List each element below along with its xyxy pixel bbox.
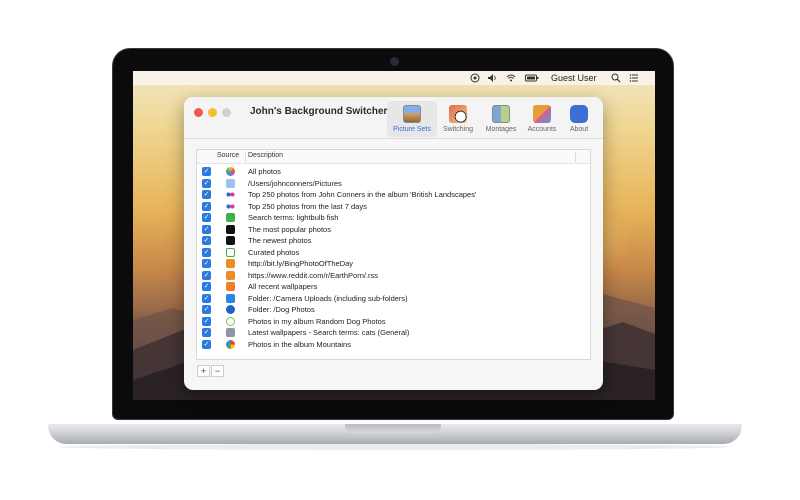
window-titlebar: John's Background Switcher Picture Sets …: [184, 97, 603, 139]
montages-icon: [492, 105, 510, 123]
enabled-checkbox[interactable]: ✓: [202, 247, 211, 257]
table-row[interactable]: ✓ Photos in my album Random Dog Photos: [197, 316, 590, 328]
app-window: John's Background Switcher Picture Sets …: [184, 97, 603, 390]
table-row[interactable]: ✓ Folder: /Camera Uploads (including sub…: [197, 293, 590, 305]
table-row[interactable]: ✓ All recent wallpapers: [197, 281, 590, 293]
remove-button[interactable]: −: [211, 365, 224, 377]
enabled-checkbox[interactable]: ✓: [202, 178, 211, 188]
table-header: Source Description: [197, 150, 590, 164]
volume-icon[interactable]: [487, 73, 497, 83]
enabled-checkbox[interactable]: ✓: [202, 282, 211, 291]
photos-icon: [226, 167, 235, 176]
flickr-icon: [226, 201, 235, 211]
onedrive-icon: [226, 305, 235, 314]
tab-label: Picture Sets: [393, 126, 431, 133]
enabled-checkbox[interactable]: ✓: [202, 316, 211, 326]
wallpapers-icon: [226, 282, 235, 291]
row-description: /Users/johnconners/Pictures: [248, 178, 342, 188]
enabled-checkbox[interactable]: ✓: [202, 293, 211, 303]
enabled-checkbox[interactable]: ✓: [202, 224, 211, 234]
table-row[interactable]: ✓ Top 250 photos from the last 7 days: [197, 201, 590, 213]
column-separator: [245, 152, 246, 162]
window-title: John's Background Switcher: [250, 106, 388, 117]
zoom-button[interactable]: [222, 108, 231, 117]
column-header-source[interactable]: Source: [217, 152, 239, 159]
tab-picture-sets[interactable]: Picture Sets: [387, 101, 437, 137]
flickr-icon: [226, 190, 235, 199]
row-description: http://bit.ly/BingPhotoOfTheDay: [248, 259, 354, 268]
enabled-checkbox[interactable]: ✓: [202, 236, 211, 245]
curated-icon: [226, 247, 235, 257]
table-row[interactable]: ✓ Top 250 photos from John Conners in th…: [197, 189, 590, 201]
picture-sets-icon: [403, 105, 421, 123]
dog-icon: [226, 316, 235, 326]
wifi-icon[interactable]: [506, 73, 516, 83]
row-description: Curated photos: [248, 247, 300, 257]
table-row[interactable]: ✓ Latest wallpapers - Search terms: cats…: [197, 327, 590, 339]
500px-icon: [226, 224, 235, 234]
row-description: The newest photos: [248, 236, 312, 245]
row-description: Folder: /Dog Photos: [248, 305, 315, 314]
row-description: All photos: [248, 167, 281, 176]
enabled-checkbox[interactable]: ✓: [202, 328, 211, 337]
enabled-checkbox[interactable]: ✓: [202, 339, 211, 349]
accounts-icon: [533, 105, 551, 123]
500px-icon: [226, 236, 235, 245]
table-row[interactable]: ✓ /Users/johnconners/Pictures: [197, 178, 590, 190]
minimize-button[interactable]: [208, 108, 217, 117]
picture-sets-table: Source Description ✓ All photos ✓ /Users…: [196, 149, 591, 360]
search-icon[interactable]: [611, 73, 621, 83]
row-description: Search terms: lightbulb fish: [248, 213, 339, 222]
enabled-checkbox[interactable]: ✓: [202, 190, 211, 199]
tab-label: About: [569, 126, 589, 133]
table-row[interactable]: ✓ The most popular photos: [197, 224, 590, 236]
column-header-description[interactable]: Description: [248, 152, 283, 159]
enabled-checkbox[interactable]: ✓: [202, 270, 211, 280]
tab-about[interactable]: About: [559, 101, 599, 137]
battery-icon[interactable]: [525, 73, 539, 83]
laptop-shadow: [60, 444, 730, 450]
camera-icon: [390, 57, 399, 66]
enabled-checkbox[interactable]: ✓: [202, 259, 211, 268]
add-button[interactable]: +: [197, 365, 210, 377]
menu-user-name[interactable]: Guest User: [551, 72, 597, 84]
laptop-notch: [345, 424, 441, 433]
menu-bar: Guest User: [133, 71, 655, 85]
google-photos-icon: [226, 339, 235, 349]
table-row[interactable]: ✓ Folder: /Dog Photos: [197, 304, 590, 316]
accessibility-icon[interactable]: [470, 73, 480, 83]
table-row[interactable]: ✓ Curated photos: [197, 247, 590, 259]
enabled-checkbox[interactable]: ✓: [202, 305, 211, 314]
table-row[interactable]: ✓ http://bit.ly/BingPhotoOfTheDay: [197, 258, 590, 270]
table-row[interactable]: ✓ Search terms: lightbulb fish: [197, 212, 590, 224]
row-description: Photos in the album Mountains: [248, 339, 351, 349]
dropbox-icon: [226, 293, 235, 303]
close-button[interactable]: [194, 108, 203, 117]
wallhaven-icon: [226, 328, 235, 337]
row-description: Top 250 photos from the last 7 days: [248, 201, 367, 211]
about-icon: [570, 105, 588, 123]
row-description: Photos in my album Random Dog Photos: [248, 316, 386, 326]
row-description: Top 250 photos from John Conners in the …: [248, 190, 477, 199]
row-description: https://www.reddit.com/r/EarthPorn/.rss: [248, 270, 379, 280]
enabled-checkbox[interactable]: ✓: [202, 201, 211, 211]
table-row[interactable]: ✓ https://www.reddit.com/r/EarthPorn/.rs…: [197, 270, 590, 282]
table-row[interactable]: ✓ All photos: [197, 166, 590, 178]
rss-icon: [226, 270, 235, 280]
enabled-checkbox[interactable]: ✓: [202, 167, 211, 176]
unsplash-icon: [226, 213, 235, 222]
folder-icon: [226, 178, 235, 188]
table-row[interactable]: ✓ The newest photos: [197, 235, 590, 247]
row-description: Folder: /Camera Uploads (including sub-f…: [248, 293, 408, 303]
row-description: Latest wallpapers - Search terms: cats (…: [248, 328, 410, 337]
rss-icon: [226, 259, 235, 268]
row-description: All recent wallpapers: [248, 282, 318, 291]
column-separator: [575, 152, 576, 162]
switching-clock-icon: [449, 105, 467, 123]
enabled-checkbox[interactable]: ✓: [202, 213, 211, 222]
row-description: The most popular photos: [248, 224, 331, 234]
table-row[interactable]: ✓ Photos in the album Mountains: [197, 339, 590, 351]
control-center-icon[interactable]: [629, 73, 639, 83]
